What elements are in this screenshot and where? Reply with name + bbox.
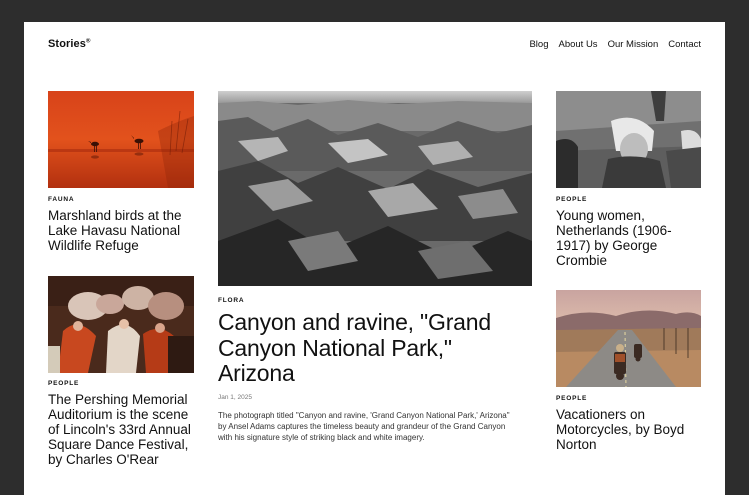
article-title[interactable]: Vacationers on Motorcycles, by Boyd Nort…	[556, 407, 706, 452]
category-label: FAUNA	[48, 196, 75, 203]
square-dance-image[interactable]	[48, 276, 194, 373]
nav-our-mission[interactable]: Our Mission	[608, 39, 659, 50]
motorcycles-image[interactable]	[556, 290, 701, 387]
site-logo-text: Stories	[48, 38, 86, 50]
feature-title[interactable]: Canyon and ravine, "Grand Canyon Nationa…	[218, 309, 518, 387]
article-title[interactable]: Marshland birds at the Lake Havasu Natio…	[48, 208, 198, 253]
young-women-image[interactable]	[556, 91, 701, 188]
registered-mark: ®	[86, 38, 91, 45]
nav-contact[interactable]: Contact	[668, 39, 701, 50]
feature-excerpt: The photograph titled "Canyon and ravine…	[218, 411, 510, 442]
article-title[interactable]: The Pershing Memorial Auditorium is the …	[48, 392, 200, 467]
category-label: PEOPLE	[556, 395, 588, 402]
main-nav: Blog About Us Our Mission Contact	[529, 39, 701, 50]
grand-canyon-image[interactable]	[218, 91, 532, 286]
nav-about-us[interactable]: About Us	[558, 39, 597, 50]
category-label: PEOPLE	[556, 196, 588, 203]
article-title[interactable]: Young women, Netherlands (1906-1917) by …	[556, 208, 706, 268]
nav-blog[interactable]: Blog	[529, 39, 548, 50]
site-logo[interactable]: Stories®	[48, 38, 91, 50]
publish-date: Jan 1, 2025	[218, 394, 252, 401]
category-label: FLORA	[218, 297, 245, 304]
category-label: PEOPLE	[48, 380, 80, 387]
page: Stories® Blog About Us Our Mission Conta…	[24, 22, 725, 495]
marshland-birds-image[interactable]	[48, 91, 194, 188]
